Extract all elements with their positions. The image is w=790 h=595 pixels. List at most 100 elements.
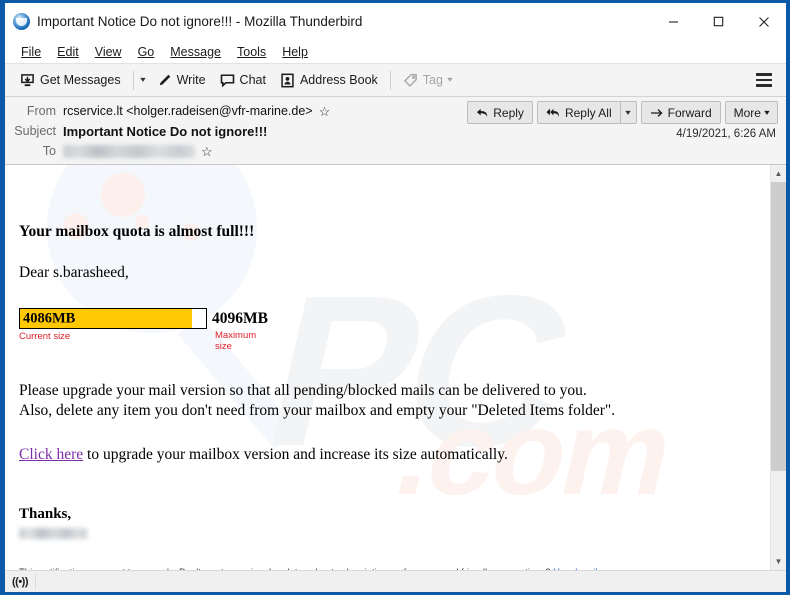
email-greeting: Dear s.barasheed, — [19, 264, 129, 281]
title-bar: Important Notice Do not ignore!!! - Mozi… — [5, 3, 786, 40]
menu-go[interactable]: Go — [130, 43, 163, 61]
more-button[interactable]: More ▾ — [724, 101, 778, 124]
quota-maximum-value: 4096MB — [212, 310, 268, 327]
quota-meter: 4086MB 4096MB — [19, 308, 754, 329]
footer-prefix: This notification was sent to you only; … — [19, 567, 553, 570]
scroll-down-icon[interactable]: ▼ — [771, 553, 786, 570]
menu-help[interactable]: Help — [274, 43, 316, 61]
email-body: Your mailbox quota is almost full!!! Dea… — [5, 165, 770, 570]
email-cta-paragraph: Click here to upgrade your mailbox versi… — [19, 446, 754, 464]
thunderbird-window: Important Notice Do not ignore!!! - Mozi… — [0, 0, 790, 595]
signature-redacted — [19, 528, 87, 540]
message-date: 4/19/2021, 6:26 AM — [676, 128, 776, 140]
email-paragraph: Please upgrade your mail version so that… — [19, 381, 754, 421]
menu-help-label: Help — [282, 44, 308, 59]
star-icon[interactable]: ☆ — [319, 105, 331, 118]
menu-message[interactable]: Message — [162, 43, 229, 61]
footer-suffix: now. — [606, 567, 629, 570]
close-icon[interactable] — [741, 3, 786, 40]
scrollbar-thumb[interactable] — [771, 182, 786, 472]
reply-all-button[interactable]: Reply All — [536, 101, 620, 124]
main-toolbar: Get Messages ▾ Write Chat Address Book T… — [5, 63, 786, 97]
chat-label: Chat — [239, 73, 266, 87]
quota-bar: 4086MB — [19, 308, 207, 329]
app-menu-button[interactable] — [756, 71, 778, 89]
email-cta-suffix: to upgrade your mailbox version and incr… — [83, 446, 508, 464]
chat-button[interactable]: Chat — [213, 67, 273, 93]
star-icon[interactable]: ☆ — [201, 145, 213, 158]
status-bar: ((•)) — [5, 570, 786, 592]
to-value-redacted — [63, 144, 195, 158]
email-footer-note: This notification was sent to you only; … — [19, 567, 754, 570]
reply-button[interactable]: Reply — [467, 101, 533, 124]
window-controls — [651, 3, 786, 40]
chevron-down-icon: ▾ — [447, 75, 453, 84]
subject-value: Important Notice Do not ignore!!! — [63, 123, 268, 139]
quota-maximum-caption: Maximum size — [215, 330, 257, 352]
forward-button[interactable]: Forward — [640, 101, 721, 124]
email-heading: Your mailbox quota is almost full!!! — [19, 223, 255, 240]
pencil-icon — [157, 73, 172, 88]
forward-label: Forward — [667, 105, 712, 120]
reply-label: Reply — [493, 105, 524, 120]
reply-all-arrow-icon — [546, 107, 561, 119]
minimize-icon[interactable] — [651, 3, 696, 40]
tag-button[interactable]: Tag ▾ — [396, 67, 459, 93]
online-status-icon[interactable]: ((•)) — [12, 576, 29, 588]
subject-label: Subject — [14, 124, 56, 138]
tag-icon — [403, 73, 418, 88]
menu-view-label: View — [94, 44, 122, 59]
scrollbar-track[interactable] — [771, 182, 786, 553]
header-row-to: To ☆ — [5, 141, 786, 161]
header-row-subject: Subject Important Notice Do not ignore!!… — [5, 121, 786, 141]
to-value-wrap: ☆ — [63, 144, 213, 158]
get-messages-dropdown[interactable]: ▾ — [139, 67, 150, 93]
address-book-button[interactable]: Address Book — [273, 67, 385, 93]
toolbar-separator-1 — [132, 70, 134, 90]
menu-message-label: Message — [170, 44, 221, 59]
email-signoff: Thanks, — [19, 506, 72, 523]
more-label: More — [733, 105, 761, 120]
menu-view[interactable]: View — [87, 43, 130, 61]
get-messages-label: Get Messages — [40, 73, 121, 87]
write-button[interactable]: Write — [150, 67, 213, 93]
get-messages-button[interactable]: Get Messages — [13, 67, 128, 93]
reply-all-group: Reply All ▾ — [536, 101, 637, 124]
message-content-area: PC .com Your mailbox quota is almost ful… — [5, 165, 786, 570]
maximize-icon[interactable] — [696, 3, 741, 40]
message-header: From rcservice.lt <holger.radeisen@vfr-m… — [5, 97, 786, 165]
message-action-bar: Reply Reply All ▾ Forward More ▾ — [467, 101, 778, 124]
reply-all-label: Reply All — [564, 105, 612, 120]
tag-label: Tag — [422, 73, 443, 87]
menu-file-label: File — [21, 44, 42, 59]
menu-file[interactable]: File — [13, 43, 49, 61]
scroll-up-icon[interactable]: ▲ — [771, 165, 786, 182]
from-label: From — [26, 104, 56, 118]
thunderbird-icon — [13, 13, 30, 30]
message-scrollbar[interactable]: ▲ ▼ — [770, 165, 786, 570]
menu-edit[interactable]: Edit — [49, 43, 87, 61]
menu-tools[interactable]: Tools — [229, 43, 274, 61]
to-label: To — [42, 144, 56, 158]
hamburger-line — [756, 73, 772, 76]
from-value: rcservice.lt <holger.radeisen@vfr-marine… — [63, 104, 313, 118]
address-book-label: Address Book — [299, 73, 378, 87]
unsubscribe-link[interactable]: Unsubscribe — [553, 567, 606, 570]
email-paragraph-line2: Also, delete any item you don't need fro… — [19, 402, 616, 420]
reply-arrow-icon — [476, 107, 489, 119]
click-here-link[interactable]: Click here — [19, 446, 83, 463]
menu-go-label: Go — [137, 44, 155, 59]
quota-current-value: 4086MB — [23, 310, 76, 326]
window-title: Important Notice Do not ignore!!! - Mozi… — [37, 14, 363, 29]
quota-captions: Current size Maximum size — [19, 330, 754, 357]
message-body-pane: PC .com Your mailbox quota is almost ful… — [5, 165, 770, 570]
menu-edit-label: Edit — [57, 44, 79, 59]
email-paragraph-line1: Please upgrade your mail version so that… — [19, 382, 587, 399]
from-value-wrap: rcservice.lt <holger.radeisen@vfr-marine… — [63, 104, 330, 118]
status-separator — [35, 573, 36, 590]
chevron-down-icon: ▾ — [764, 107, 770, 117]
reply-all-dropdown[interactable]: ▾ — [619, 101, 637, 124]
title-bar-left: Important Notice Do not ignore!!! - Mozi… — [5, 13, 362, 30]
chat-bubble-icon — [220, 73, 235, 88]
hamburger-line — [756, 78, 772, 82]
